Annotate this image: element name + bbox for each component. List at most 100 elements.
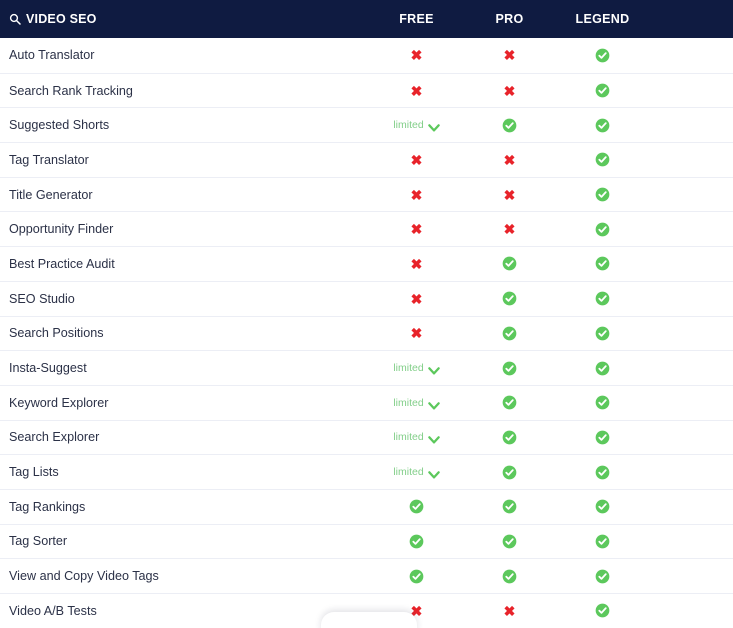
cross-icon: ✖ <box>503 221 516 238</box>
check-circle-icon <box>595 326 610 341</box>
check-circle-icon <box>595 499 610 514</box>
cell-pro: ✖ <box>463 222 556 236</box>
limited-indicator[interactable]: limited <box>393 362 440 375</box>
cell-pro <box>463 118 556 133</box>
cross-icon: ✖ <box>503 186 516 203</box>
table-row: Search Positions ✖ <box>0 315 733 351</box>
check-circle-icon <box>502 361 517 376</box>
cell-pro: ✖ <box>463 84 556 98</box>
cell-free: ✖ <box>370 153 463 167</box>
chevron-down-icon[interactable] <box>427 432 440 444</box>
cell-legend <box>556 499 649 514</box>
check-circle-icon <box>502 256 517 271</box>
cell-legend <box>556 83 649 98</box>
cell-free: ✖ <box>370 326 463 340</box>
check-circle-icon <box>409 534 424 549</box>
cell-pro <box>463 361 556 376</box>
cell-legend <box>556 48 649 63</box>
check-circle-icon <box>409 499 424 514</box>
check-circle-icon <box>502 430 517 445</box>
feature-name: Insta-Suggest <box>9 361 87 376</box>
cell-legend <box>556 603 649 618</box>
feature-name: View and Copy Video Tags <box>9 569 159 584</box>
cell-free: ✖ <box>370 48 463 62</box>
cross-icon: ✖ <box>503 82 516 99</box>
check-circle-icon <box>502 326 517 341</box>
limited-indicator[interactable]: limited <box>393 431 440 444</box>
bottom-floating-card[interactable] <box>321 612 417 628</box>
table-row: Best Practice Audit ✖ <box>0 246 733 281</box>
table-row: View and Copy Video Tags <box>0 558 733 593</box>
chevron-down-icon[interactable] <box>427 467 440 479</box>
table-row: Tag Translator ✖ ✖ <box>0 142 733 177</box>
feature-name: Search Positions <box>9 326 104 341</box>
check-circle-icon <box>595 256 610 271</box>
table-row: Title Generator ✖ ✖ <box>0 176 733 212</box>
check-circle-icon <box>595 603 610 618</box>
table-row: Tag Sorter <box>0 523 733 559</box>
check-circle-icon <box>595 83 610 98</box>
limited-label: limited <box>393 362 424 375</box>
limited-label: limited <box>393 466 424 479</box>
chevron-down-icon[interactable] <box>427 120 440 132</box>
check-circle-icon <box>595 152 610 167</box>
feature-name: Keyword Explorer <box>9 395 109 410</box>
table-header: VIDEO SEO FREE PRO LEGEND <box>0 0 733 38</box>
check-circle-icon <box>595 222 610 237</box>
cross-icon: ✖ <box>410 186 423 203</box>
feature-name: Tag Translator <box>9 152 89 167</box>
feature-name: Tag Rankings <box>9 499 86 514</box>
cell-pro: ✖ <box>463 153 556 167</box>
cross-icon: ✖ <box>410 325 423 342</box>
cell-legend <box>556 222 649 237</box>
cell-free: limited <box>370 397 463 410</box>
cell-pro <box>463 569 556 584</box>
cell-free: limited <box>370 431 463 444</box>
cross-icon: ✖ <box>503 151 516 168</box>
cross-icon: ✖ <box>410 255 423 272</box>
table-row: SEO Studio ✖ <box>0 280 733 316</box>
column-header-legend: LEGEND <box>575 12 630 26</box>
cell-free: ✖ <box>370 188 463 202</box>
check-circle-icon <box>595 48 610 63</box>
feature-name: Opportunity Finder <box>9 222 114 237</box>
check-circle-icon <box>502 499 517 514</box>
cell-pro: ✖ <box>463 188 556 202</box>
cell-free: ✖ <box>370 222 463 236</box>
check-circle-icon <box>595 395 610 410</box>
check-circle-icon <box>595 118 610 133</box>
cell-free <box>370 534 463 549</box>
cell-pro <box>463 395 556 410</box>
limited-indicator[interactable]: limited <box>393 466 440 479</box>
limited-indicator[interactable]: limited <box>393 397 440 410</box>
cell-legend <box>556 569 649 584</box>
feature-name: Suggested Shorts <box>9 118 110 133</box>
limited-indicator[interactable]: limited <box>393 119 440 132</box>
cross-icon: ✖ <box>410 82 423 99</box>
cell-legend <box>556 291 649 306</box>
feature-name: Search Rank Tracking <box>9 83 133 98</box>
feature-name: Tag Lists <box>9 465 59 480</box>
cell-legend <box>556 256 649 271</box>
cell-legend <box>556 465 649 480</box>
table-row: Opportunity Finder ✖ ✖ <box>0 211 733 247</box>
cell-pro <box>463 256 556 271</box>
feature-name: Auto Translator <box>9 48 95 63</box>
feature-name: Search Explorer <box>9 430 100 445</box>
cross-icon: ✖ <box>503 602 516 619</box>
table-row: Auto Translator ✖ ✖ <box>0 38 733 73</box>
feature-name: Best Practice Audit <box>9 256 115 271</box>
cell-pro <box>463 291 556 306</box>
feature-name: Video A/B Tests <box>9 603 97 618</box>
check-circle-icon <box>502 465 517 480</box>
cell-pro <box>463 430 556 445</box>
chevron-down-icon[interactable] <box>427 363 440 375</box>
chevron-down-icon[interactable] <box>427 398 440 410</box>
cell-legend <box>556 187 649 202</box>
cell-legend <box>556 430 649 445</box>
table-row: Insta-Suggest limited <box>0 350 733 385</box>
cell-free <box>370 499 463 514</box>
cell-free: limited <box>370 362 463 375</box>
feature-name: Tag Sorter <box>9 534 68 549</box>
brand-title: VIDEO SEO <box>26 12 97 26</box>
